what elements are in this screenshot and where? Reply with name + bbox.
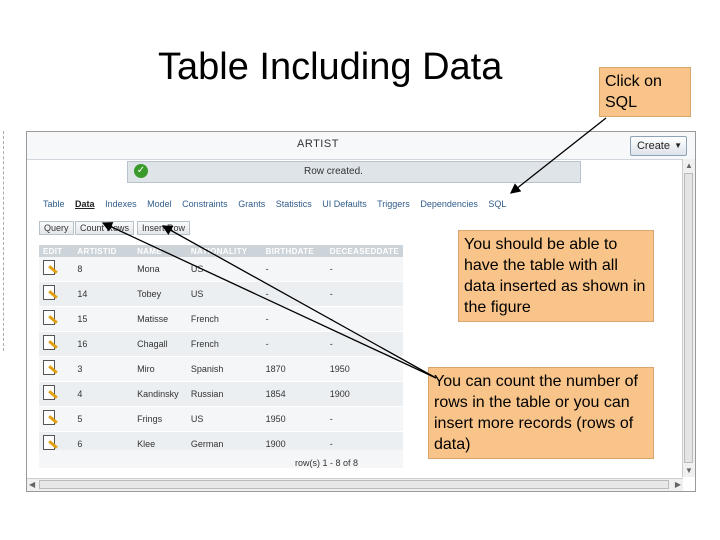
callout-table-figure: You should be able to have the table wit…	[458, 230, 654, 322]
tab-triggers[interactable]: Triggers	[377, 199, 410, 209]
cell-name: Matisse	[133, 306, 187, 332]
table-row: 5 Frings US 1950 -	[39, 406, 403, 432]
cell-birthdate: -	[261, 306, 326, 332]
cell-artistid: 14	[73, 281, 134, 307]
table-row: 16 Chagall French - -	[39, 331, 403, 357]
tab-ui-defaults[interactable]: UI Defaults	[322, 199, 367, 209]
tab-statistics[interactable]: Statistics	[276, 199, 312, 209]
cell-birthdate: 1870	[261, 356, 326, 382]
tab-sql[interactable]: SQL	[488, 199, 506, 209]
check-icon: ✓	[134, 164, 148, 178]
cell-deceaseddate: -	[325, 306, 403, 332]
edit-icon[interactable]	[43, 285, 58, 301]
table-row: 14 Tobey US - -	[39, 281, 403, 307]
cell-name: Miro	[133, 356, 187, 382]
column-header[interactable]: ARTISTID	[73, 245, 134, 257]
table-row: 3 Miro Spanish 1870 1950	[39, 356, 403, 382]
scroll-left-icon[interactable]: ◀	[29, 480, 35, 489]
cell-nationality: Spanish	[186, 356, 262, 382]
tab-model[interactable]: Model	[147, 199, 172, 209]
cell-name: Tobey	[133, 281, 187, 307]
cell-name: Frings	[133, 406, 187, 432]
edit-icon[interactable]	[43, 385, 58, 401]
cell-name: Kandinsky	[133, 381, 187, 407]
cell-artistid: 15	[73, 306, 134, 332]
column-header[interactable]: NATIONALITY	[186, 245, 262, 257]
column-header: EDIT	[39, 245, 74, 257]
table-name-title: ARTIST	[297, 138, 339, 150]
cell-birthdate: 1854	[261, 381, 326, 407]
cell-birthdate: -	[261, 281, 326, 307]
chevron-down-icon: ▼	[674, 141, 682, 150]
cell-name: Mona	[133, 257, 187, 282]
cell-birthdate: -	[261, 331, 326, 357]
scroll-right-icon[interactable]: ▶	[675, 480, 681, 489]
table-row: 4 Kandinsky Russian 1854 1900	[39, 381, 403, 407]
cell-birthdate: -	[261, 257, 326, 282]
cell-birthdate: 1950	[261, 406, 326, 432]
table-row: 15 Matisse French - -	[39, 306, 403, 332]
cell-artistid: 3	[73, 356, 134, 382]
cell-artistid: 4	[73, 381, 134, 407]
cell-nationality: US	[186, 257, 262, 282]
cell-nationality: Russian	[186, 381, 262, 407]
cell-deceaseddate: -	[325, 281, 403, 307]
window-header: ARTIST Create ▼	[27, 132, 695, 160]
scroll-up-icon[interactable]: ▲	[685, 161, 693, 170]
row-count: row(s) 1 - 8 of 8	[295, 458, 359, 468]
data-table: EDIT ARTISTID NAME NATIONALITY BIRTHDATE…	[39, 245, 403, 457]
cell-deceaseddate: -	[325, 406, 403, 432]
count-rows-button[interactable]: Count Rows	[75, 221, 135, 235]
tab-constraints[interactable]: Constraints	[182, 199, 228, 209]
tab-data[interactable]: Data	[75, 199, 95, 209]
cell-nationality: US	[186, 281, 262, 307]
edit-icon[interactable]	[43, 310, 58, 326]
edit-icon[interactable]	[43, 435, 58, 451]
cell-deceaseddate: 1950	[325, 356, 403, 382]
cell-nationality: French	[186, 306, 262, 332]
tab-dependencies[interactable]: Dependencies	[420, 199, 478, 209]
cell-name: Chagall	[133, 331, 187, 357]
tab-indexes[interactable]: Indexes	[105, 199, 137, 209]
cell-artistid: 16	[73, 331, 134, 357]
edit-icon[interactable]	[43, 410, 58, 426]
column-header[interactable]: DECEASEDDATE	[325, 245, 403, 257]
insert-row-button[interactable]: Insert Row	[137, 221, 191, 235]
object-tabs: Table Data Indexes Model Constraints Gra…	[43, 199, 514, 213]
edit-icon[interactable]	[43, 360, 58, 376]
slide-title: Table Including Data	[158, 46, 503, 88]
cell-deceaseddate: -	[325, 331, 403, 357]
column-header[interactable]: BIRTHDATE	[261, 245, 326, 257]
tab-grants[interactable]: Grants	[238, 199, 265, 209]
edit-icon[interactable]	[43, 260, 58, 276]
cell-artistid: 8	[73, 257, 134, 282]
cell-deceaseddate: 1900	[325, 381, 403, 407]
success-message-bar: ✓ Row created.	[127, 161, 581, 183]
column-header[interactable]: NAME	[133, 245, 187, 257]
scrollbar-thumb[interactable]	[684, 173, 693, 463]
scrollbar-thumb[interactable]	[39, 480, 669, 489]
horizontal-scrollbar[interactable]: ◀ ▶	[27, 478, 683, 491]
callout-click-sql: Click on SQL	[599, 67, 691, 117]
cell-deceaseddate: -	[325, 257, 403, 282]
tab-table[interactable]: Table	[43, 199, 65, 209]
cell-artistid: 5	[73, 406, 134, 432]
cell-nationality: French	[186, 331, 262, 357]
cell-nationality: US	[186, 406, 262, 432]
callout-count-insert: You can count the number of rows in the …	[428, 367, 654, 459]
left-edge-marker	[0, 131, 4, 351]
vertical-scrollbar[interactable]: ▲ ▼	[682, 159, 695, 477]
scroll-down-icon[interactable]: ▼	[685, 466, 693, 475]
table-header-row: EDIT ARTISTID NAME NATIONALITY BIRTHDATE…	[39, 245, 403, 257]
table-row: 8 Mona US - -	[39, 257, 403, 282]
create-label: Create	[636, 140, 670, 152]
edit-icon[interactable]	[43, 335, 58, 351]
create-button[interactable]: Create ▼	[629, 136, 687, 156]
success-message-text: Row created.	[304, 166, 363, 177]
query-button[interactable]: Query	[39, 221, 74, 235]
